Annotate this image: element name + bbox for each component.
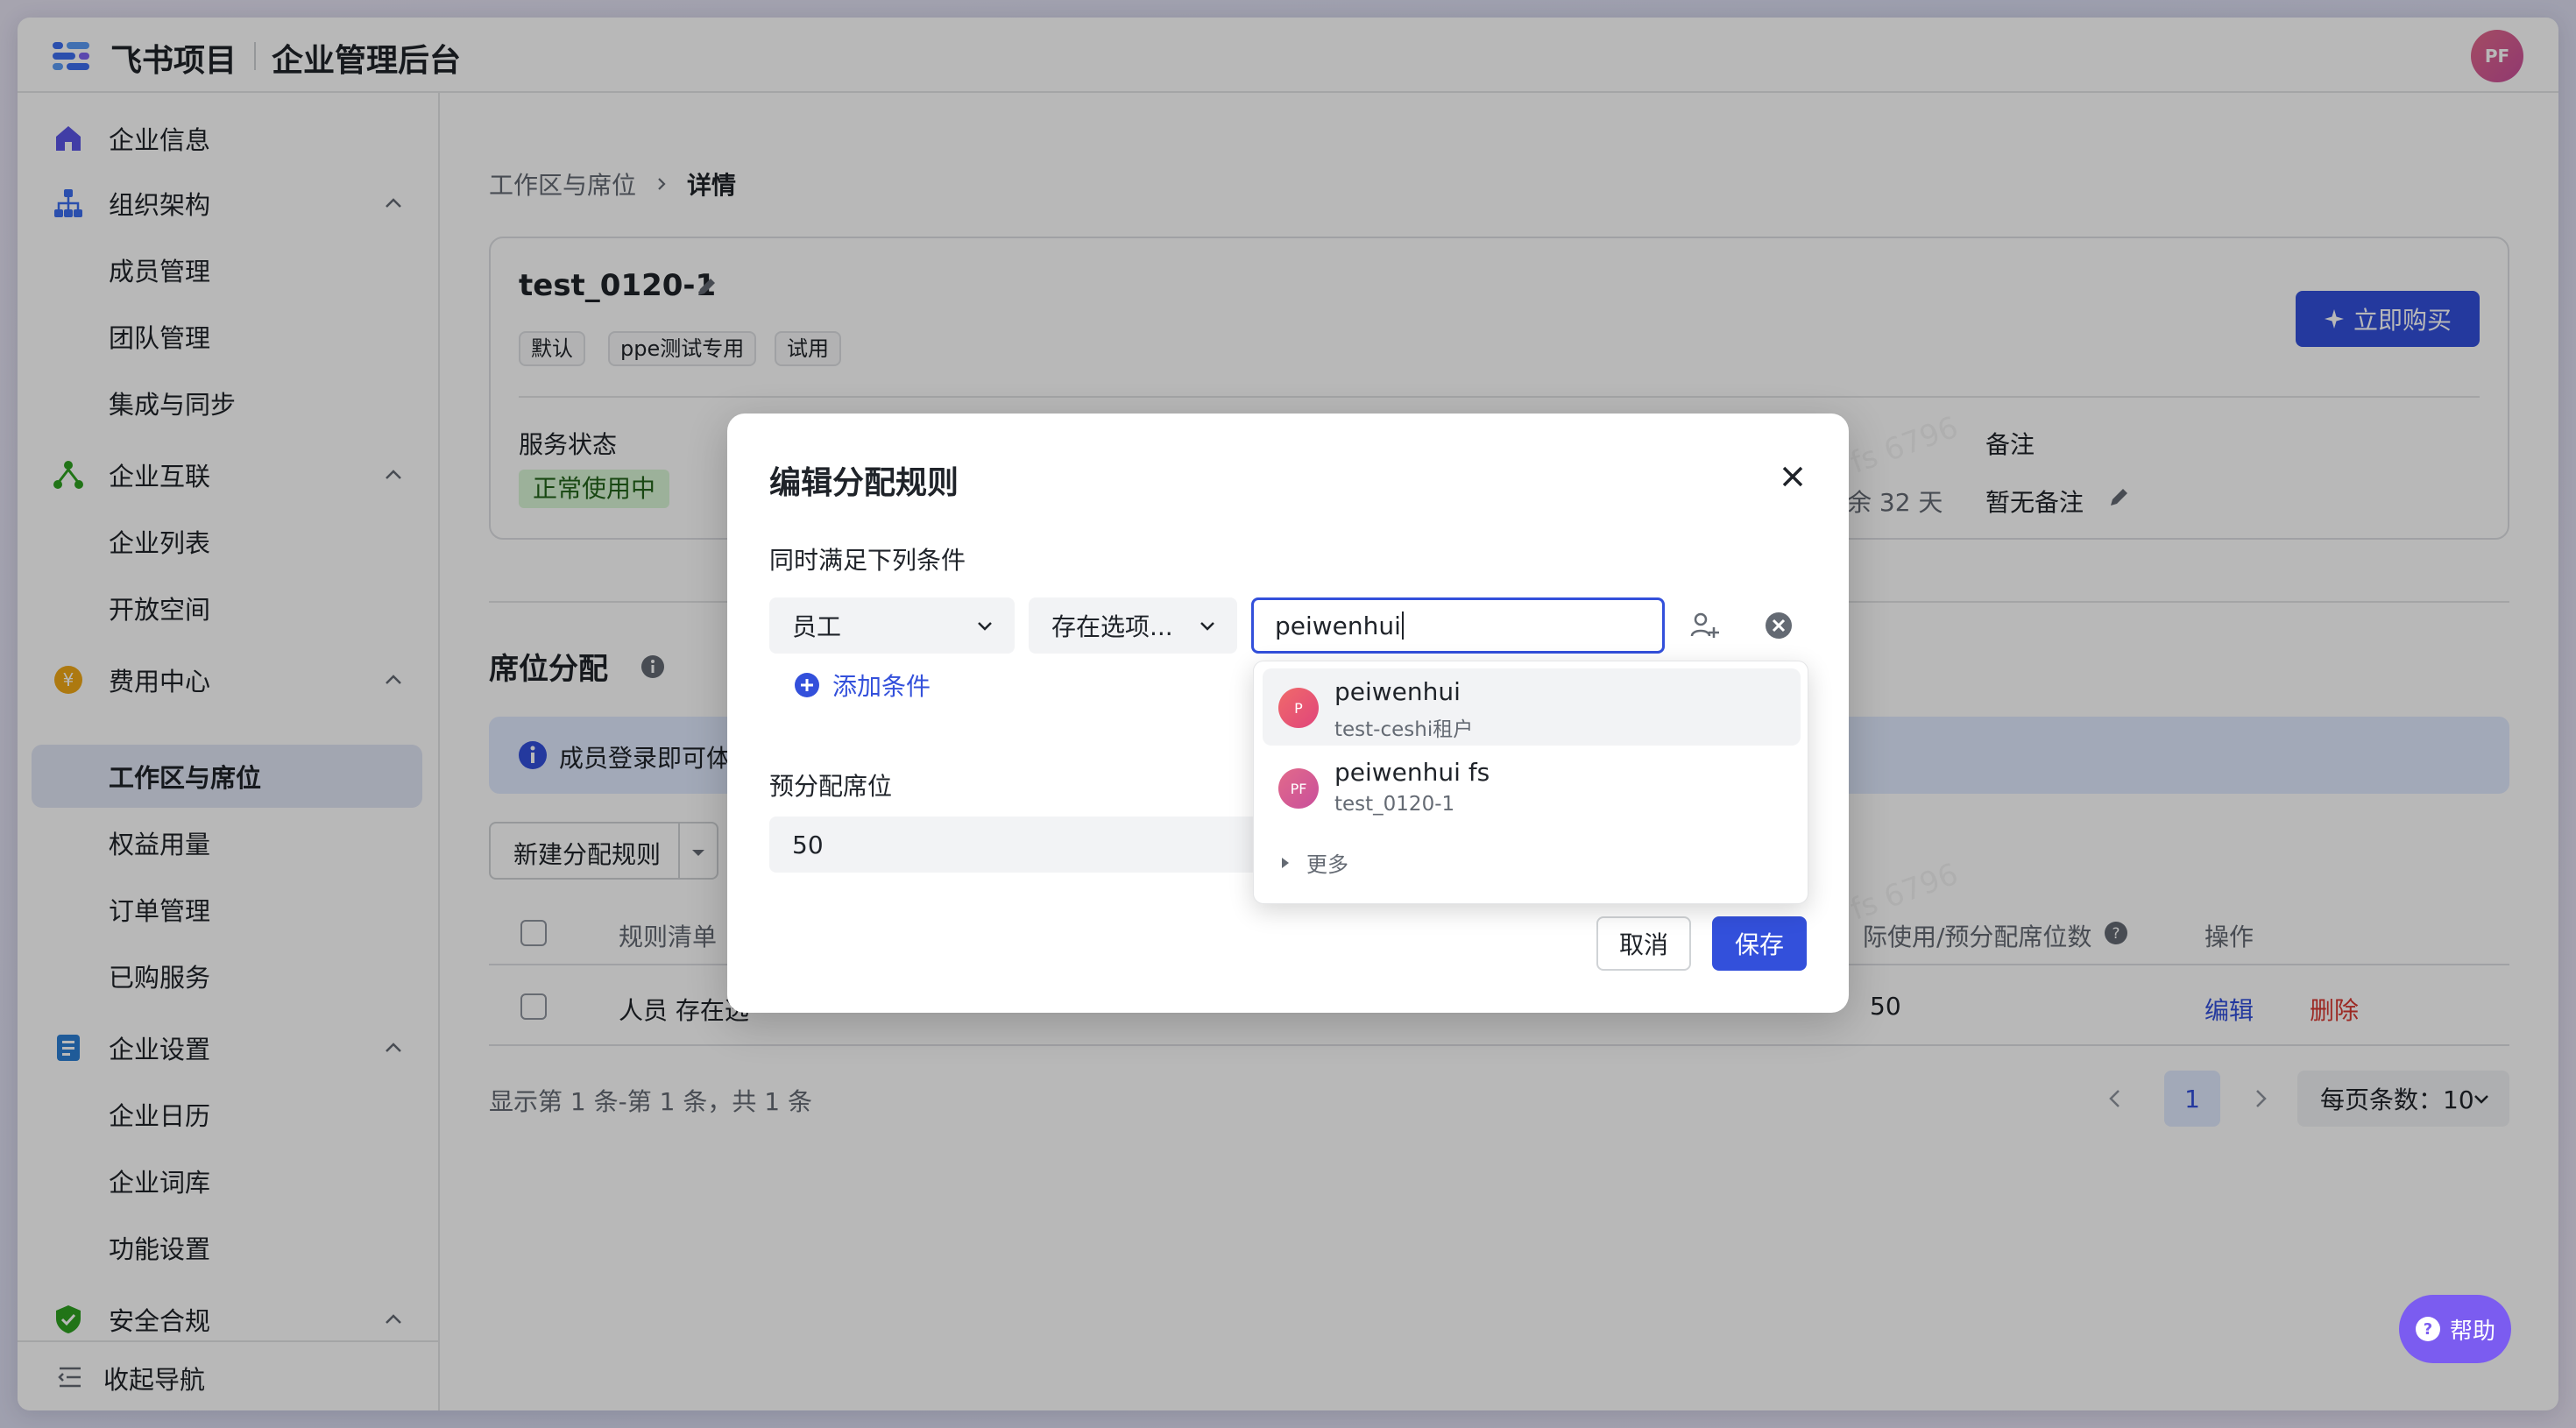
chevron-down-icon — [978, 622, 992, 631]
option-name: peiwenhui — [1334, 677, 1461, 706]
option-name: peiwenhui fs — [1334, 758, 1490, 787]
option-avatar: P — [1278, 688, 1319, 728]
field-select[interactable]: 员工 — [769, 597, 1015, 654]
field-select-value: 员工 — [792, 612, 842, 641]
more-label: 更多 — [1306, 852, 1348, 877]
seat-prealloc-input[interactable]: 50 — [769, 817, 1260, 873]
member-search-value: peiwenhui — [1275, 611, 1401, 640]
option-avatar: PF — [1278, 768, 1319, 809]
text-caret — [1401, 611, 1404, 640]
help-label: 帮助 — [2449, 1318, 2495, 1345]
operator-select-value: 存在选项... — [1051, 612, 1173, 641]
operator-select[interactable]: 存在选项... — [1029, 597, 1237, 654]
option-tenant: test-ceshi租户 — [1334, 718, 1474, 741]
condition-label: 同时满足下列条件 — [769, 546, 966, 575]
remove-condition-icon[interactable] — [1765, 611, 1793, 640]
cancel-button[interactable]: 取消 — [1596, 916, 1691, 971]
svg-text:?: ? — [2424, 1320, 2432, 1339]
close-icon[interactable] — [1779, 463, 1807, 491]
dropdown-option[interactable]: PF peiwenhui fs test_0120-1 — [1263, 749, 1801, 826]
add-condition-button[interactable]: 添加条件 — [794, 668, 931, 703]
caret-right-icon — [1282, 857, 1289, 868]
seat-prealloc-value: 50 — [792, 830, 824, 859]
plus-circle-icon — [795, 673, 819, 697]
modal-title: 编辑分配规则 — [769, 465, 959, 501]
more-options-toggle[interactable]: 更多 — [1278, 847, 1348, 878]
question-circle-icon: ? — [2415, 1317, 2440, 1341]
help-button[interactable]: ? 帮助 — [2399, 1295, 2511, 1363]
add-condition-label: 添加条件 — [832, 672, 931, 701]
chevron-down-icon — [1200, 622, 1214, 631]
option-tenant: test_0120-1 — [1334, 793, 1455, 816]
member-dropdown: P peiwenhui test-ceshi租户 PF peiwenhui fs… — [1253, 661, 1808, 904]
seat-prealloc-label: 预分配席位 — [769, 772, 893, 801]
dropdown-option[interactable]: P peiwenhui test-ceshi租户 — [1263, 668, 1801, 746]
add-member-icon[interactable] — [1689, 610, 1721, 641]
save-button[interactable]: 保存 — [1712, 916, 1807, 971]
member-search-input[interactable]: peiwenhui — [1251, 597, 1665, 654]
